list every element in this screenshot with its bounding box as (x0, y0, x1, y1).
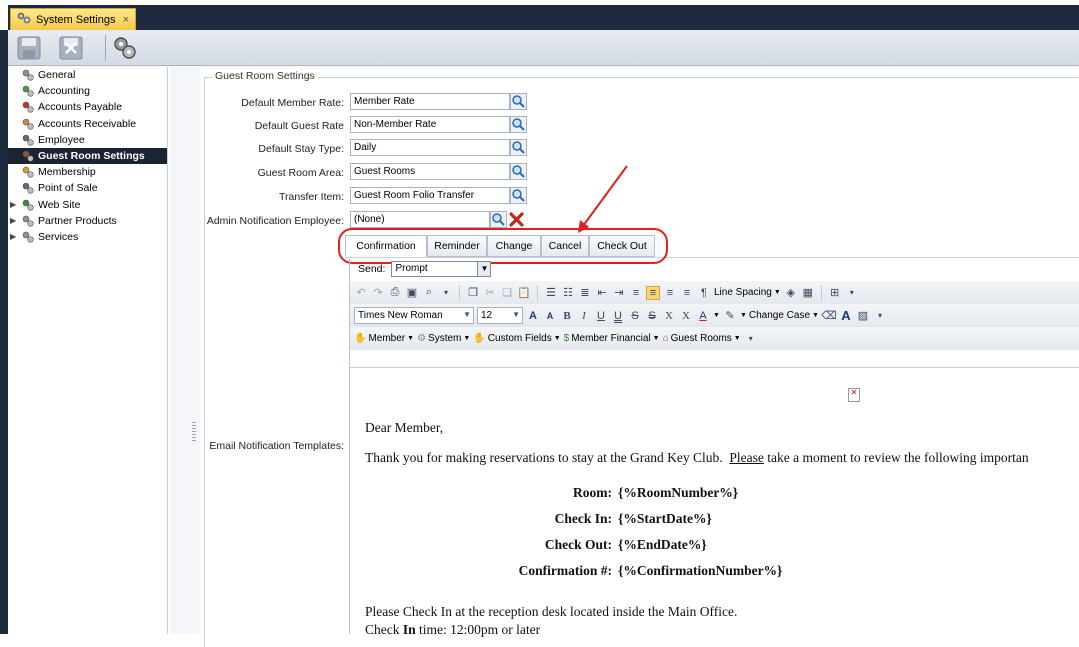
annotation-arrow-layer (578, 165, 628, 233)
annotation-arrow (578, 165, 628, 233)
